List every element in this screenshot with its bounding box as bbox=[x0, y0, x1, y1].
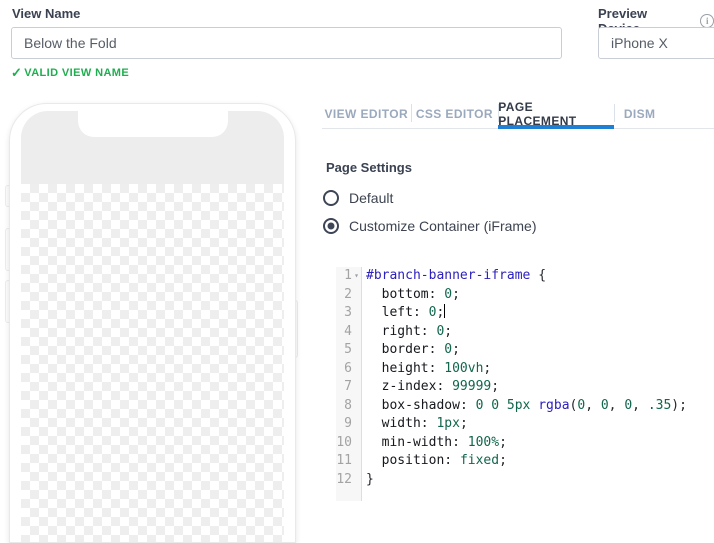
code-line[interactable]: box-shadow: 0 0 5px rgba(0, 0, 0, .35); bbox=[366, 397, 687, 416]
code-line[interactable]: position: fixed; bbox=[366, 452, 687, 471]
validation-text: VALID VIEW NAME bbox=[24, 67, 129, 79]
page-settings-title: Page Settings bbox=[326, 160, 412, 175]
line-number: 11 bbox=[336, 452, 352, 471]
code-line[interactable]: right: 0; bbox=[366, 323, 687, 342]
tab-page-placement[interactable]: PAGE PLACEMENT bbox=[498, 99, 614, 128]
code-line[interactable]: } bbox=[366, 471, 687, 490]
code-line[interactable]: height: 100vh; bbox=[366, 360, 687, 379]
code-line[interactable]: z-index: 99999; bbox=[366, 378, 687, 397]
radio-circle[interactable] bbox=[323, 218, 339, 234]
phone-mockup bbox=[9, 103, 296, 543]
code-editor[interactable]: 1▾23456789101112 #branch-banner-iframe {… bbox=[336, 267, 714, 501]
text-cursor bbox=[444, 304, 445, 318]
line-number: 12 bbox=[336, 471, 352, 490]
phone-screen bbox=[21, 111, 284, 542]
fold-caret-icon[interactable]: ▾ bbox=[352, 267, 361, 286]
line-number: 2 bbox=[344, 286, 352, 305]
preview-device-select[interactable]: iPhone X bbox=[598, 27, 714, 59]
code-lines[interactable]: #branch-banner-iframe { bottom: 0; left:… bbox=[362, 267, 687, 501]
code-gutter: 1▾23456789101112 bbox=[336, 267, 362, 501]
preview-device-value: iPhone X bbox=[611, 35, 668, 51]
code-line[interactable]: bottom: 0; bbox=[366, 286, 687, 305]
line-number: 3 bbox=[344, 304, 352, 323]
radio-circle[interactable] bbox=[323, 190, 339, 206]
check-icon: ✓ bbox=[11, 65, 22, 81]
line-number: 6 bbox=[344, 360, 352, 379]
view-name-label: View Name bbox=[12, 6, 80, 21]
tab-view-editor[interactable]: VIEW EDITOR bbox=[322, 99, 411, 128]
radio-option-customize-container[interactable]: Customize Container (iFrame) bbox=[323, 218, 537, 234]
code-line[interactable]: #branch-banner-iframe { bbox=[366, 267, 687, 286]
radio-label: Customize Container (iFrame) bbox=[349, 218, 537, 234]
line-number: 8 bbox=[344, 397, 352, 416]
validation-message: ✓ VALID VIEW NAME bbox=[11, 65, 129, 81]
editor-tabs: VIEW EDITOR CSS EDITOR PAGE PLACEMENT DI… bbox=[322, 99, 714, 129]
line-number: 9 bbox=[344, 415, 352, 434]
line-number: 10 bbox=[336, 434, 352, 453]
code-line[interactable]: border: 0; bbox=[366, 341, 687, 360]
phone-notch bbox=[78, 111, 228, 137]
line-number: 4 bbox=[344, 323, 352, 342]
radio-option-default[interactable]: Default bbox=[323, 190, 393, 206]
tab-css-editor[interactable]: CSS EDITOR bbox=[411, 99, 499, 128]
line-number: 5 bbox=[344, 341, 352, 360]
line-number: 7 bbox=[344, 378, 352, 397]
code-line[interactable]: min-width: 100%; bbox=[366, 434, 687, 453]
transparency-checkerboard bbox=[21, 184, 284, 542]
radio-label: Default bbox=[349, 190, 393, 206]
code-line[interactable]: width: 1px; bbox=[366, 415, 687, 434]
tab-dismissal[interactable]: DISM bbox=[614, 99, 714, 128]
view-name-input[interactable] bbox=[11, 27, 562, 59]
code-line[interactable]: left: 0; bbox=[366, 304, 687, 323]
line-number: 1 bbox=[344, 267, 352, 286]
info-icon[interactable]: i bbox=[700, 14, 714, 28]
